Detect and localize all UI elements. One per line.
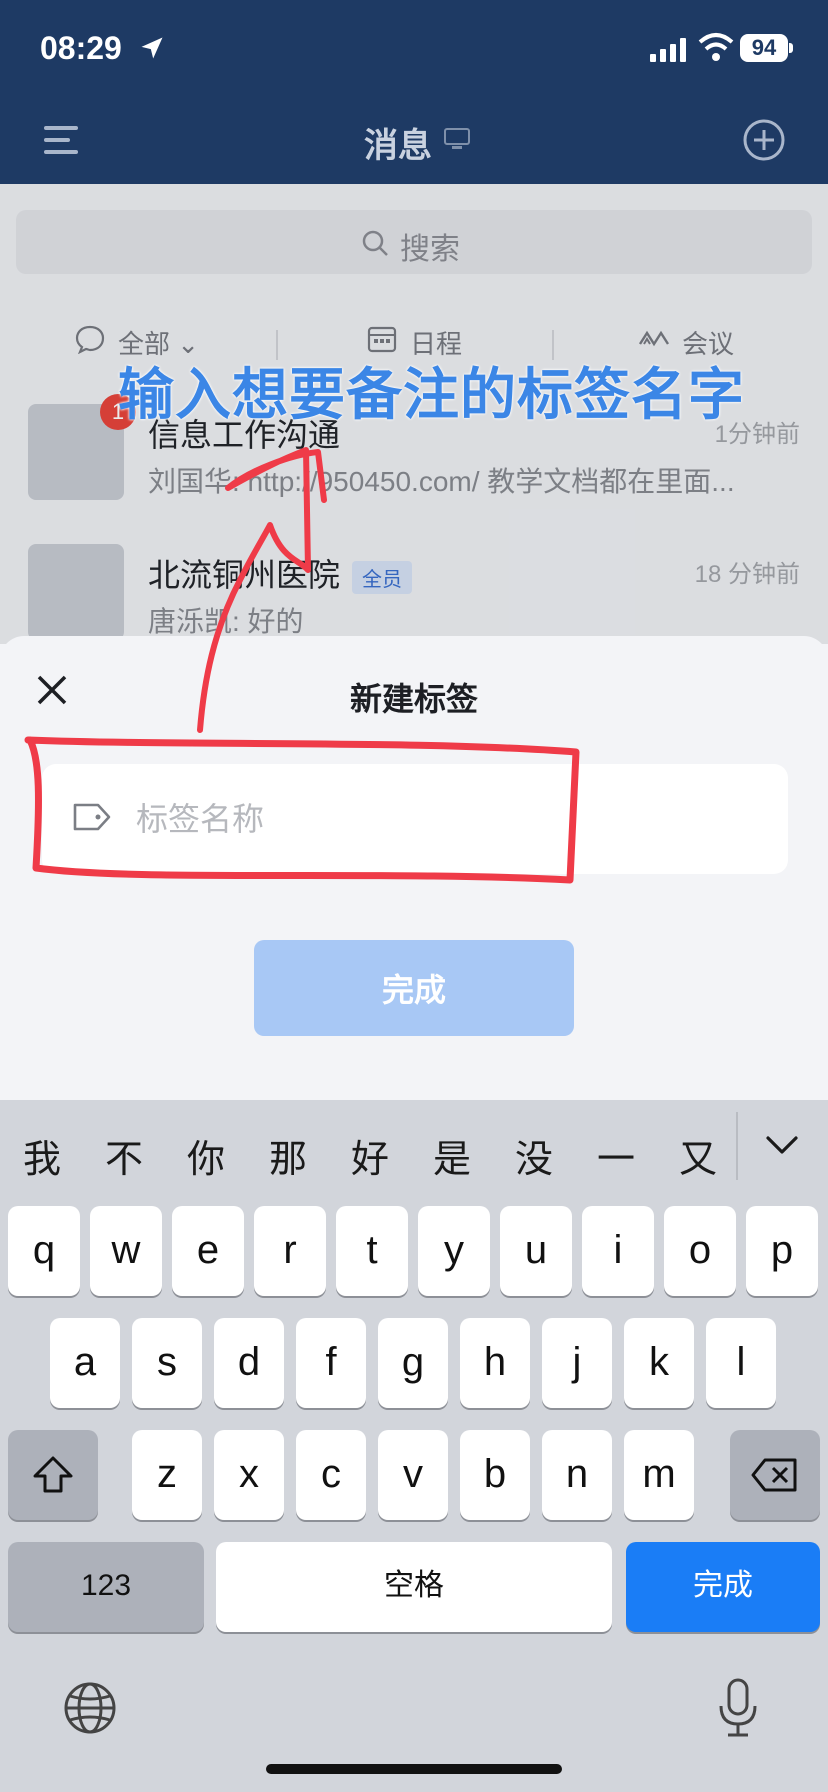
candidate-word[interactable]: 我 (12, 1128, 72, 1183)
key-s[interactable]: s (132, 1318, 202, 1408)
backspace-key[interactable] (730, 1430, 820, 1520)
candidate-word[interactable]: 又 (668, 1128, 728, 1183)
new-tag-sheet: 新建标签 完成 (0, 636, 828, 1101)
annotation-caption: 输入想要备注的标签名字 (118, 363, 745, 426)
candidate-word[interactable]: 那 (258, 1128, 318, 1183)
app-header: 08:29 94 消息 (0, 0, 828, 184)
key-f[interactable]: f (296, 1318, 366, 1408)
sheet-title: 新建标签 (349, 681, 478, 717)
home-indicator (266, 1764, 562, 1774)
page-title: 消息 (364, 127, 432, 165)
key-h[interactable]: h (460, 1318, 530, 1408)
battery-nub (789, 43, 793, 53)
add-icon[interactable] (742, 118, 786, 162)
divider (736, 1112, 738, 1180)
key-p[interactable]: p (746, 1206, 818, 1296)
key-k[interactable]: k (624, 1318, 694, 1408)
candidate-word[interactable]: 是 (422, 1128, 482, 1183)
tag-name-field[interactable] (42, 764, 788, 874)
status-time: 08:29 (40, 30, 122, 66)
key-c[interactable]: c (296, 1430, 366, 1520)
key-w[interactable]: w (90, 1206, 162, 1296)
key-i[interactable]: i (582, 1206, 654, 1296)
key-j[interactable]: j (542, 1318, 612, 1408)
done-button[interactable]: 完成 (254, 940, 574, 1036)
candidate-word[interactable]: 你 (176, 1128, 236, 1183)
key-g[interactable]: g (378, 1318, 448, 1408)
candidate-word[interactable]: 没 (504, 1128, 564, 1183)
key-x[interactable]: x (214, 1430, 284, 1520)
shift-key[interactable] (8, 1430, 98, 1520)
key-a[interactable]: a (50, 1318, 120, 1408)
space-key[interactable]: 空格 (216, 1542, 612, 1632)
backspace-icon (751, 1458, 797, 1492)
key-l[interactable]: l (706, 1318, 776, 1408)
keyboard: 我 不 你 那 好 是 没 一 又 q w e r t y u i o p a … (0, 1100, 828, 1792)
key-o[interactable]: o (664, 1206, 736, 1296)
cellular-signal-icon (650, 38, 686, 62)
key-q[interactable]: q (8, 1206, 80, 1296)
candidate-word[interactable]: 一 (586, 1128, 646, 1183)
key-r[interactable]: r (254, 1206, 326, 1296)
key-y[interactable]: y (418, 1206, 490, 1296)
shift-icon (33, 1456, 73, 1493)
key-b[interactable]: b (460, 1430, 530, 1520)
numbers-key[interactable]: 123 (8, 1542, 204, 1632)
tag-name-input[interactable] (136, 790, 736, 848)
wifi-icon (698, 33, 734, 61)
key-u[interactable]: u (500, 1206, 572, 1296)
candidate-word[interactable]: 不 (94, 1128, 154, 1183)
candidate-word[interactable]: 好 (340, 1128, 400, 1183)
return-done-key[interactable]: 完成 (626, 1542, 820, 1632)
battery-level: 94 (740, 34, 788, 62)
globe-icon[interactable] (62, 1680, 118, 1736)
tag-icon (73, 803, 111, 831)
key-v[interactable]: v (378, 1430, 448, 1520)
key-m[interactable]: m (624, 1430, 694, 1520)
menu-icon[interactable] (44, 124, 84, 156)
key-n[interactable]: n (542, 1430, 612, 1520)
key-t[interactable]: t (336, 1206, 408, 1296)
desktop-icon (444, 128, 470, 149)
key-e[interactable]: e (172, 1206, 244, 1296)
microphone-icon[interactable] (716, 1678, 760, 1738)
location-arrow-icon (141, 37, 163, 59)
key-d[interactable]: d (214, 1318, 284, 1408)
key-z[interactable]: z (132, 1430, 202, 1520)
chevron-down-icon[interactable] (762, 1128, 802, 1162)
